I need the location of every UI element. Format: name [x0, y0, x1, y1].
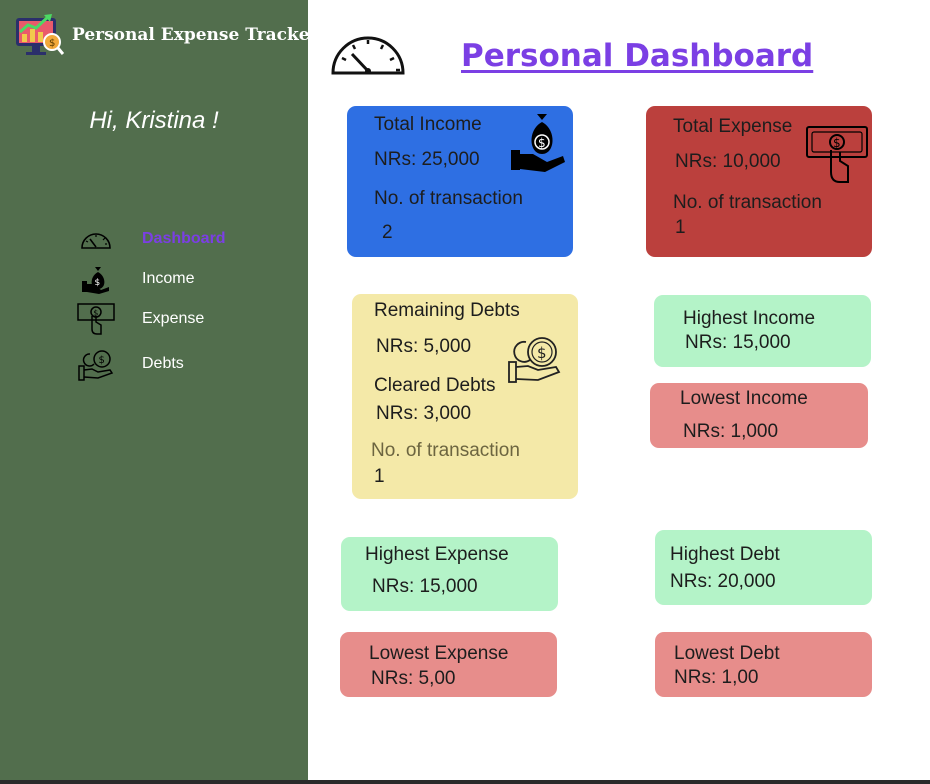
card-title: Total Income [374, 114, 482, 135]
lowest-expense-card: Lowest Expense NRs: 5,00 [340, 632, 557, 697]
lowest-debt-card: Lowest Debt NRs: 1,00 [655, 632, 872, 697]
transaction-label: No. of transaction [371, 440, 520, 461]
highest-debt-card: Highest Debt NRs: 20,000 [655, 530, 872, 605]
card-title: Highest Income [683, 308, 816, 329]
card-title: Lowest Expense [369, 643, 509, 664]
transaction-count: 1 [675, 217, 686, 238]
remaining-debts-label: Remaining Debts [374, 300, 520, 321]
total-expense-card: Total Expense NRs: 10,000 No. of transac… [646, 106, 872, 257]
svg-text:$: $ [538, 136, 546, 150]
sidebar-item-label: Dashboard [142, 230, 226, 247]
transaction-label: No. of transaction [374, 188, 523, 209]
debts-card: Remaining Debts NRs: 5,000 Cleared Debts… [352, 294, 578, 499]
card-amount: NRs: 15,000 [372, 576, 478, 597]
bill-hand-icon: $ [804, 124, 870, 191]
sidebar-item-expense[interactable]: $ Expense [72, 303, 292, 337]
transaction-count: 2 [382, 222, 393, 243]
greeting: Hi, Kristina ! [89, 107, 219, 134]
sidebar-item-label: Income [142, 270, 195, 287]
card-amount: NRs: 15,000 [685, 332, 791, 353]
total-income-card: Total Income NRs: 25,000 No. of transact… [347, 106, 573, 257]
card-title: Total Expense [673, 116, 793, 137]
card-title: Highest Expense [365, 544, 509, 565]
svg-text:$: $ [537, 344, 547, 362]
sidebar-item-debts[interactable]: $ Debts [72, 348, 292, 382]
bill-hand-icon: $ [72, 303, 120, 337]
card-title: Highest Debt [670, 544, 780, 565]
lowest-income-card: Lowest Income NRs: 1,000 [650, 383, 868, 448]
money-bag-hand-icon: $ [507, 112, 569, 179]
card-amount: NRs: 20,000 [670, 571, 776, 592]
app-logo-icon: $ [14, 12, 65, 58]
card-amount: NRs: 10,000 [675, 151, 781, 172]
card-amount: NRs: 1,00 [674, 667, 759, 688]
page-title: Personal Dashboard [461, 38, 814, 74]
app-window: $ Personal Expense Tracker Hi, Kristina … [0, 0, 930, 780]
highest-expense-card: Highest Expense NRs: 15,000 [341, 537, 558, 611]
sidebar: $ Personal Expense Tracker Hi, Kristina … [0, 0, 319, 780]
card-amount: NRs: 1,000 [683, 421, 779, 442]
transaction-count: 1 [374, 466, 385, 487]
card-title: Lowest Debt [674, 643, 780, 664]
app-title: Personal Expense Tracker [72, 25, 319, 45]
gauge-icon [72, 223, 120, 257]
sidebar-item-label: Expense [142, 310, 205, 327]
transaction-label: No. of transaction [673, 192, 822, 213]
money-bag-hand-icon: $ [72, 263, 120, 297]
coins-hand-icon: $ [506, 334, 562, 389]
sidebar-item-dashboard[interactable]: Dashboard [72, 223, 292, 257]
svg-text:$: $ [833, 136, 841, 150]
card-title: Lowest Income [680, 388, 808, 409]
svg-text:$: $ [99, 355, 105, 366]
coins-hand-icon: $ [72, 348, 120, 382]
sidebar-item-income[interactable]: $ Income [72, 263, 292, 297]
gauge-icon [330, 34, 406, 76]
card-amount: NRs: 25,000 [374, 149, 480, 170]
cleared-debts-amount: NRs: 3,000 [376, 403, 472, 424]
remaining-debts-amount: NRs: 5,000 [376, 336, 472, 357]
highest-income-card: Highest Income NRs: 15,000 [654, 295, 871, 367]
cleared-debts-label: Cleared Debts [374, 375, 496, 396]
card-amount: NRs: 5,00 [371, 668, 456, 689]
svg-text:$: $ [49, 38, 55, 49]
sidebar-item-label: Debts [142, 355, 184, 372]
